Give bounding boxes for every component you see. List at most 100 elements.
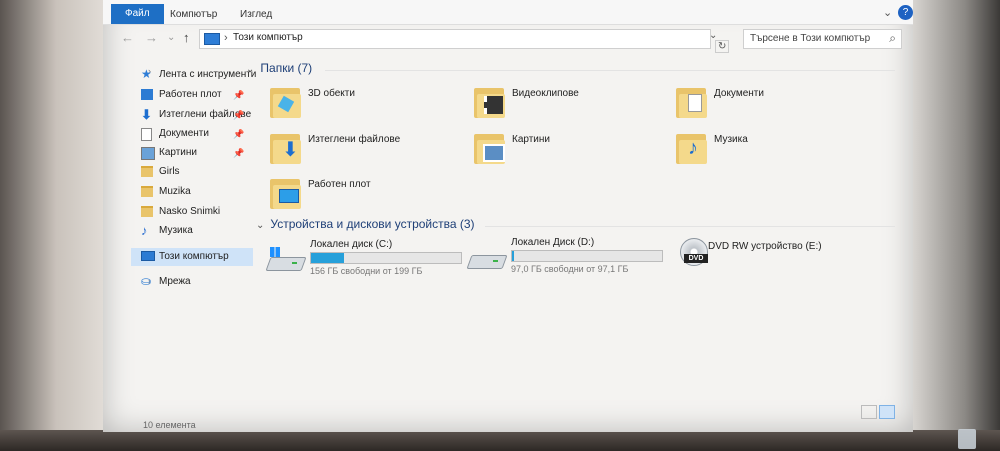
sidebar-item-quick-access[interactable]: ★ Лента с инструменти (131, 66, 257, 84)
recent-locations-icon[interactable]: ⌄ (167, 32, 175, 43)
sidebar-item-network[interactable]: ⛀ Мрежа (131, 273, 253, 291)
drive-e-dvd[interactable]: DVD DVD RW устройство (E:) (678, 238, 878, 278)
windows-drive-icon (265, 247, 307, 271)
pin-icon[interactable]: 📌 (233, 125, 244, 143)
document-icon (141, 128, 152, 141)
tab-view[interactable]: Изглед (230, 5, 282, 24)
music-folder-icon: ♪ (676, 130, 708, 164)
drive-name: Локален Диск (D:) (511, 237, 595, 248)
folder-downloads[interactable]: ⬇ Изтеглени файлове (270, 130, 450, 174)
sidebar-item-pictures[interactable]: Картини 📌 (131, 144, 253, 162)
drive-usage-bar (511, 250, 663, 262)
navigation-bar: ← → ⌄ ↑ › Този компютър ⌄ ↻ Търсене в То… (103, 26, 913, 53)
folders-heading: Папки (7) (260, 61, 313, 75)
recycle-bin-icon[interactable] (958, 429, 976, 449)
folder-documents[interactable]: Документи (676, 84, 856, 128)
drive-name: DVD RW устройство (E:) (708, 241, 822, 252)
videos-folder-icon (474, 84, 506, 118)
help-icon[interactable]: ? (898, 5, 913, 20)
drive-free-space: 97,0 ГБ свободни от 97,1 ГБ (511, 264, 629, 274)
group-divider (485, 226, 895, 227)
folder-label: Видеоклипове (512, 88, 579, 99)
sidebar-item-girls[interactable]: Girls (131, 163, 253, 181)
sidebar-item-documents[interactable]: Документи 📌 (131, 125, 253, 143)
sidebar-item-label: Картини (159, 147, 198, 158)
pictures-icon (141, 147, 155, 160)
folder-label: Картини (512, 134, 551, 145)
computer-icon (204, 33, 220, 45)
search-placeholder: Търсене в Този компютър (750, 33, 871, 44)
devices-group-header[interactable]: ⌄ Устройства и дискови устройства (3) (256, 217, 475, 231)
sidebar-item-desktop[interactable]: Работен плот 📌 (131, 86, 253, 104)
folder-label: 3D обекти (308, 88, 355, 99)
search-input[interactable]: Търсене в Този компютър ⌕ (743, 29, 902, 49)
tab-file[interactable]: Файл (111, 4, 164, 24)
folder-desktop[interactable]: Работен плот (270, 175, 450, 219)
address-controls: ⌄ ↻ (709, 30, 737, 53)
folder-icon (141, 186, 153, 197)
folder-label: Работен плот (308, 179, 371, 190)
downloads-folder-icon: ⬇ (270, 130, 302, 164)
star-icon: ★ (141, 67, 152, 81)
folder-icon (141, 166, 153, 177)
folder-music[interactable]: ♪ Музика (676, 130, 856, 174)
pin-icon[interactable]: 📌 (233, 144, 244, 162)
ribbon-collapse-icon[interactable]: ⌄ (883, 6, 892, 19)
documents-folder-icon (676, 84, 708, 118)
hard-drive-icon (466, 245, 508, 269)
group-divider (325, 70, 895, 71)
sidebar-item-muzika[interactable]: Muzika (131, 183, 253, 201)
desktop-icon (141, 89, 153, 100)
folder-pictures[interactable]: Картини (474, 130, 654, 174)
sidebar-item-nasko-snimki[interactable]: Nasko Snimki (131, 203, 253, 221)
download-icon: ⬇ (141, 107, 152, 122)
3d-objects-folder-icon (270, 84, 302, 118)
details-view-icon[interactable] (861, 405, 877, 419)
monitor-bezel-bottom (0, 430, 1000, 451)
large-icons-view-icon[interactable] (879, 405, 895, 419)
collapse-chevron-icon[interactable]: ⌄ (246, 64, 254, 75)
collapse-chevron-icon[interactable]: ⌄ (256, 220, 264, 231)
refresh-icon[interactable]: ↻ (715, 40, 730, 53)
sidebar-item-label: Muzika (159, 186, 191, 197)
sidebar-item-this-pc[interactable]: Този компютър (131, 248, 253, 266)
navigation-pane: › ★ Лента с инструменти Работен плот 📌 ⬇… (131, 62, 256, 312)
sidebar-item-label: Мрежа (159, 276, 191, 287)
drive-d[interactable]: Локален Диск (D:) 97,0 ГБ свободни от 97… (466, 237, 669, 277)
drive-c[interactable]: Локален диск (C:) 156 ГБ свободни от 199… (265, 239, 468, 279)
drive-free-space: 156 ГБ свободни от 199 ГБ (310, 266, 423, 276)
pin-icon[interactable]: 📌 (233, 106, 244, 124)
sidebar-item-label: Документи (159, 128, 209, 139)
status-item-count: 10 елемента (143, 420, 196, 430)
back-arrow-icon[interactable]: ← (121, 30, 134, 45)
pictures-folder-icon (474, 130, 506, 164)
folder-videos[interactable]: Видеоклипове (474, 84, 654, 128)
forward-arrow-icon[interactable]: → (145, 30, 158, 45)
ribbon-tabs: Файл Компютър Изглед ⌄ ? (103, 0, 913, 25)
pin-icon[interactable]: 📌 (233, 86, 244, 104)
devices-heading: Устройства и дискови устройства (3) (270, 217, 475, 231)
sidebar-item-label: Girls (159, 166, 180, 177)
folder-3d-objects[interactable]: 3D обекти (270, 84, 450, 128)
folder-label: Музика (714, 134, 748, 145)
folder-icon (141, 206, 153, 217)
sidebar-item-label: Музика (159, 225, 193, 236)
tab-computer[interactable]: Компютър (160, 5, 227, 24)
breadcrumb-this-pc[interactable]: Този компютър (233, 32, 303, 43)
drive-name: Локален диск (C:) (310, 239, 393, 250)
sidebar-item-downloads[interactable]: ⬇ Изтеглени файлове 📌 (131, 106, 253, 124)
network-icon: ⛀ (141, 274, 152, 288)
desktop-folder-icon (270, 175, 302, 209)
up-arrow-icon[interactable]: ↑ (183, 30, 190, 45)
address-bar[interactable]: › Този компютър (199, 29, 711, 49)
monitor-bezel-right (912, 0, 1000, 451)
sidebar-item-label: Работен плот (159, 89, 222, 100)
sidebar-item-label: Nasko Snimki (159, 206, 221, 217)
file-explorer-window: Файл Компютър Изглед ⌄ ? ← → ⌄ ↑ › Този … (103, 0, 913, 432)
sidebar-item-label: Лента с инструменти (159, 69, 257, 80)
folders-group-header[interactable]: ⌄ Папки (7) (246, 61, 312, 75)
search-icon[interactable]: ⌕ (889, 31, 896, 46)
music-icon: ♪ (141, 223, 148, 238)
drive-usage-bar (310, 252, 462, 264)
sidebar-item-music[interactable]: ♪ Музика (131, 222, 253, 240)
